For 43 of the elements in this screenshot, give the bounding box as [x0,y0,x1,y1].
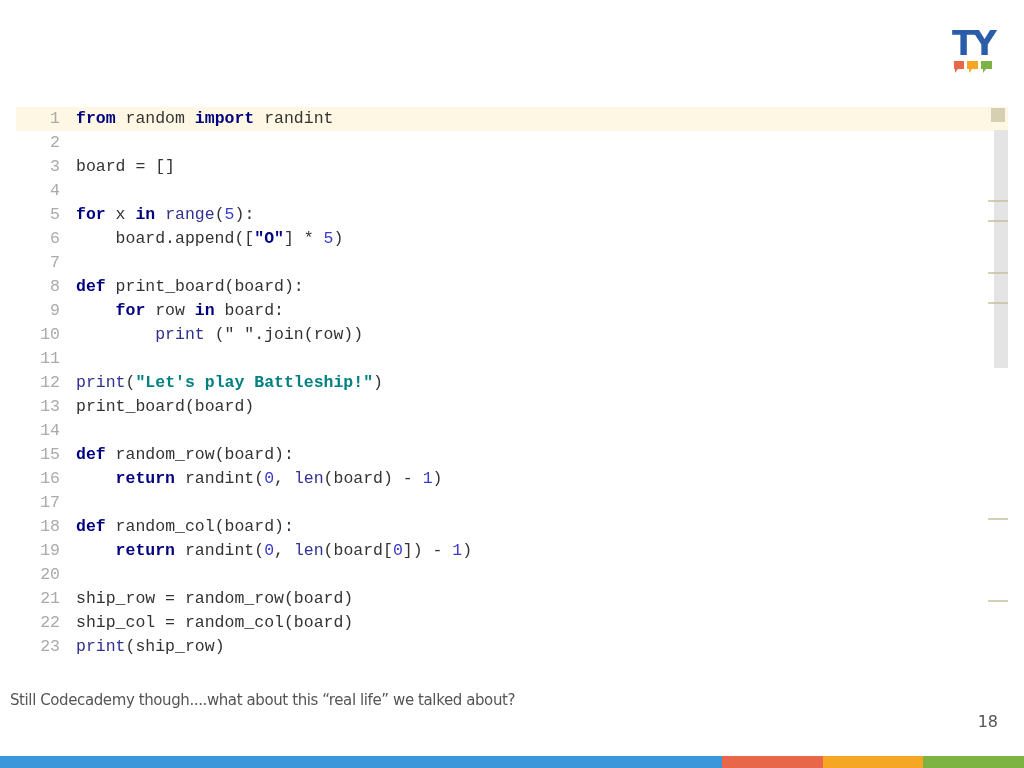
line-number: 22 [39,612,60,634]
code-line: def print_board(board): [76,276,304,298]
line-number: 3 [49,156,60,178]
code-line: print (" ".join(row)) [154,324,364,346]
line-number: 12 [39,372,60,394]
code-line: ship_col = random_col(board) [76,612,354,634]
line-number: 8 [49,276,60,298]
page-number: 18 [977,712,998,732]
code-line: print("Let's play Battleship!") [76,372,383,394]
line-number: 20 [39,564,60,586]
code-line: def random_row(board): [76,444,294,466]
line-number: 1 [49,108,60,130]
code-line: board = [] [76,156,176,178]
code-line: print_board(board) [76,396,255,418]
line-number: 14 [39,420,60,442]
line-number: 5 [49,204,60,226]
line-number: 13 [39,396,60,418]
line-number: 10 [39,324,60,346]
line-number: 23 [39,636,60,658]
line-number: 16 [39,468,60,490]
line-number: 4 [49,180,60,202]
code-line: board.append(["O"] * 5) [114,228,344,250]
code-line: for x in range(5): [76,204,255,226]
code-line: ship_row = random_row(board) [76,588,354,610]
line-number: 18 [39,516,60,538]
line-number: 21 [39,588,60,610]
line-number: 9 [49,300,60,322]
line-number: 11 [39,348,60,370]
line-number: 19 [39,540,60,562]
line-number: 17 [39,492,60,514]
code-line: from random import randint [76,108,334,130]
line-number: 2 [49,132,60,154]
line-number: 6 [49,228,60,250]
code-line: def random_col(board): [76,516,294,538]
line-number: 15 [39,444,60,466]
speech-bubbles-icon [954,61,992,73]
code-line: return randint(0, len(board[0]) - 1) [114,540,473,562]
code-line: return randint(0, len(board) - 1) [114,468,443,490]
slide-caption: Still Codecademy though....what about this “real life” we talked about? [10,690,517,710]
code-line: for row in board: [114,300,284,322]
logo-text: TY [952,28,994,58]
line-number: 7 [49,252,60,274]
code-line: print(ship_row) [76,636,225,658]
